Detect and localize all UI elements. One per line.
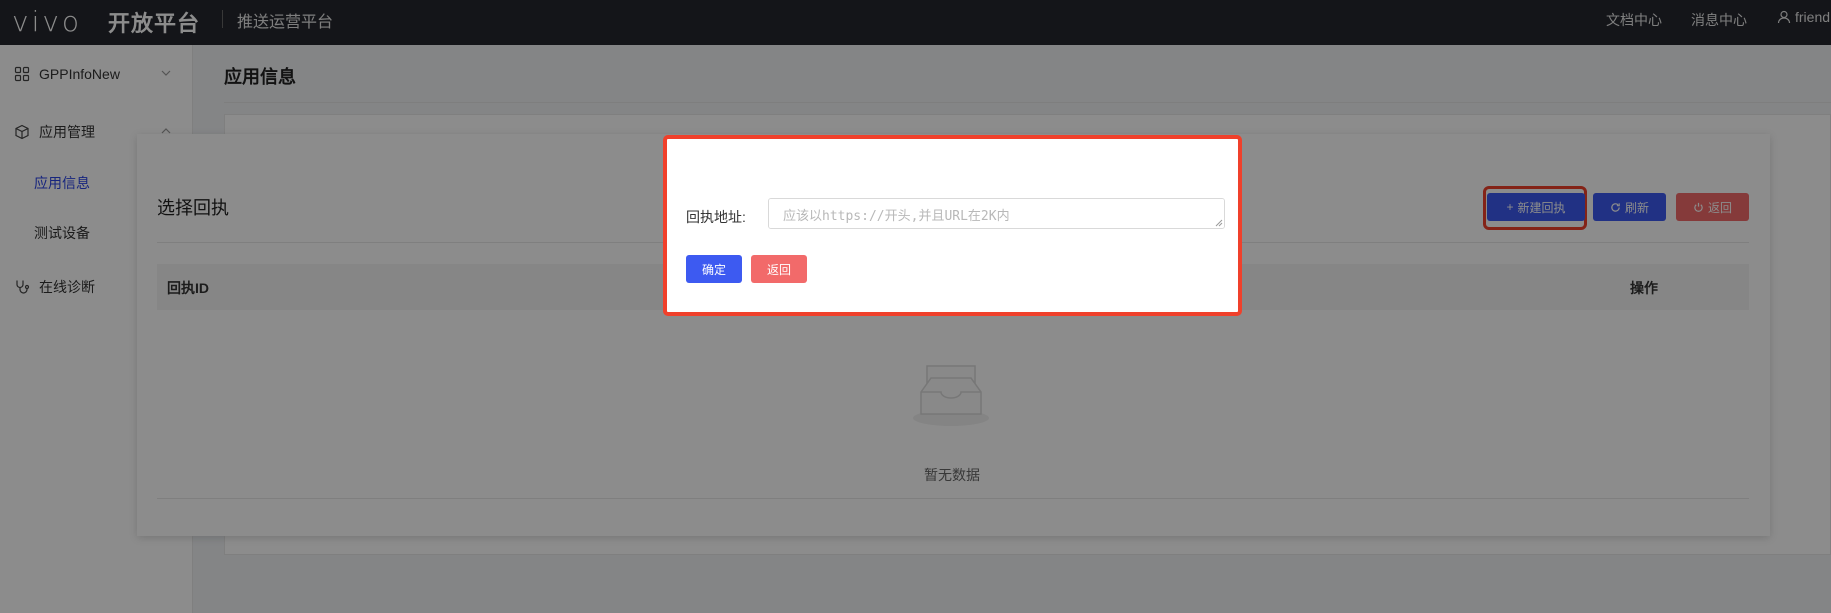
receipt-url-input[interactable] [768, 198, 1225, 229]
receipt-url-label: 回执地址: [686, 209, 746, 225]
confirm-button[interactable]: 确定 [686, 255, 742, 283]
new-receipt-dialog: 回执地址: 确定 返回 [663, 135, 1242, 316]
resize-handle-icon[interactable] [1215, 219, 1223, 227]
dialog-back-button[interactable]: 返回 [751, 255, 807, 283]
